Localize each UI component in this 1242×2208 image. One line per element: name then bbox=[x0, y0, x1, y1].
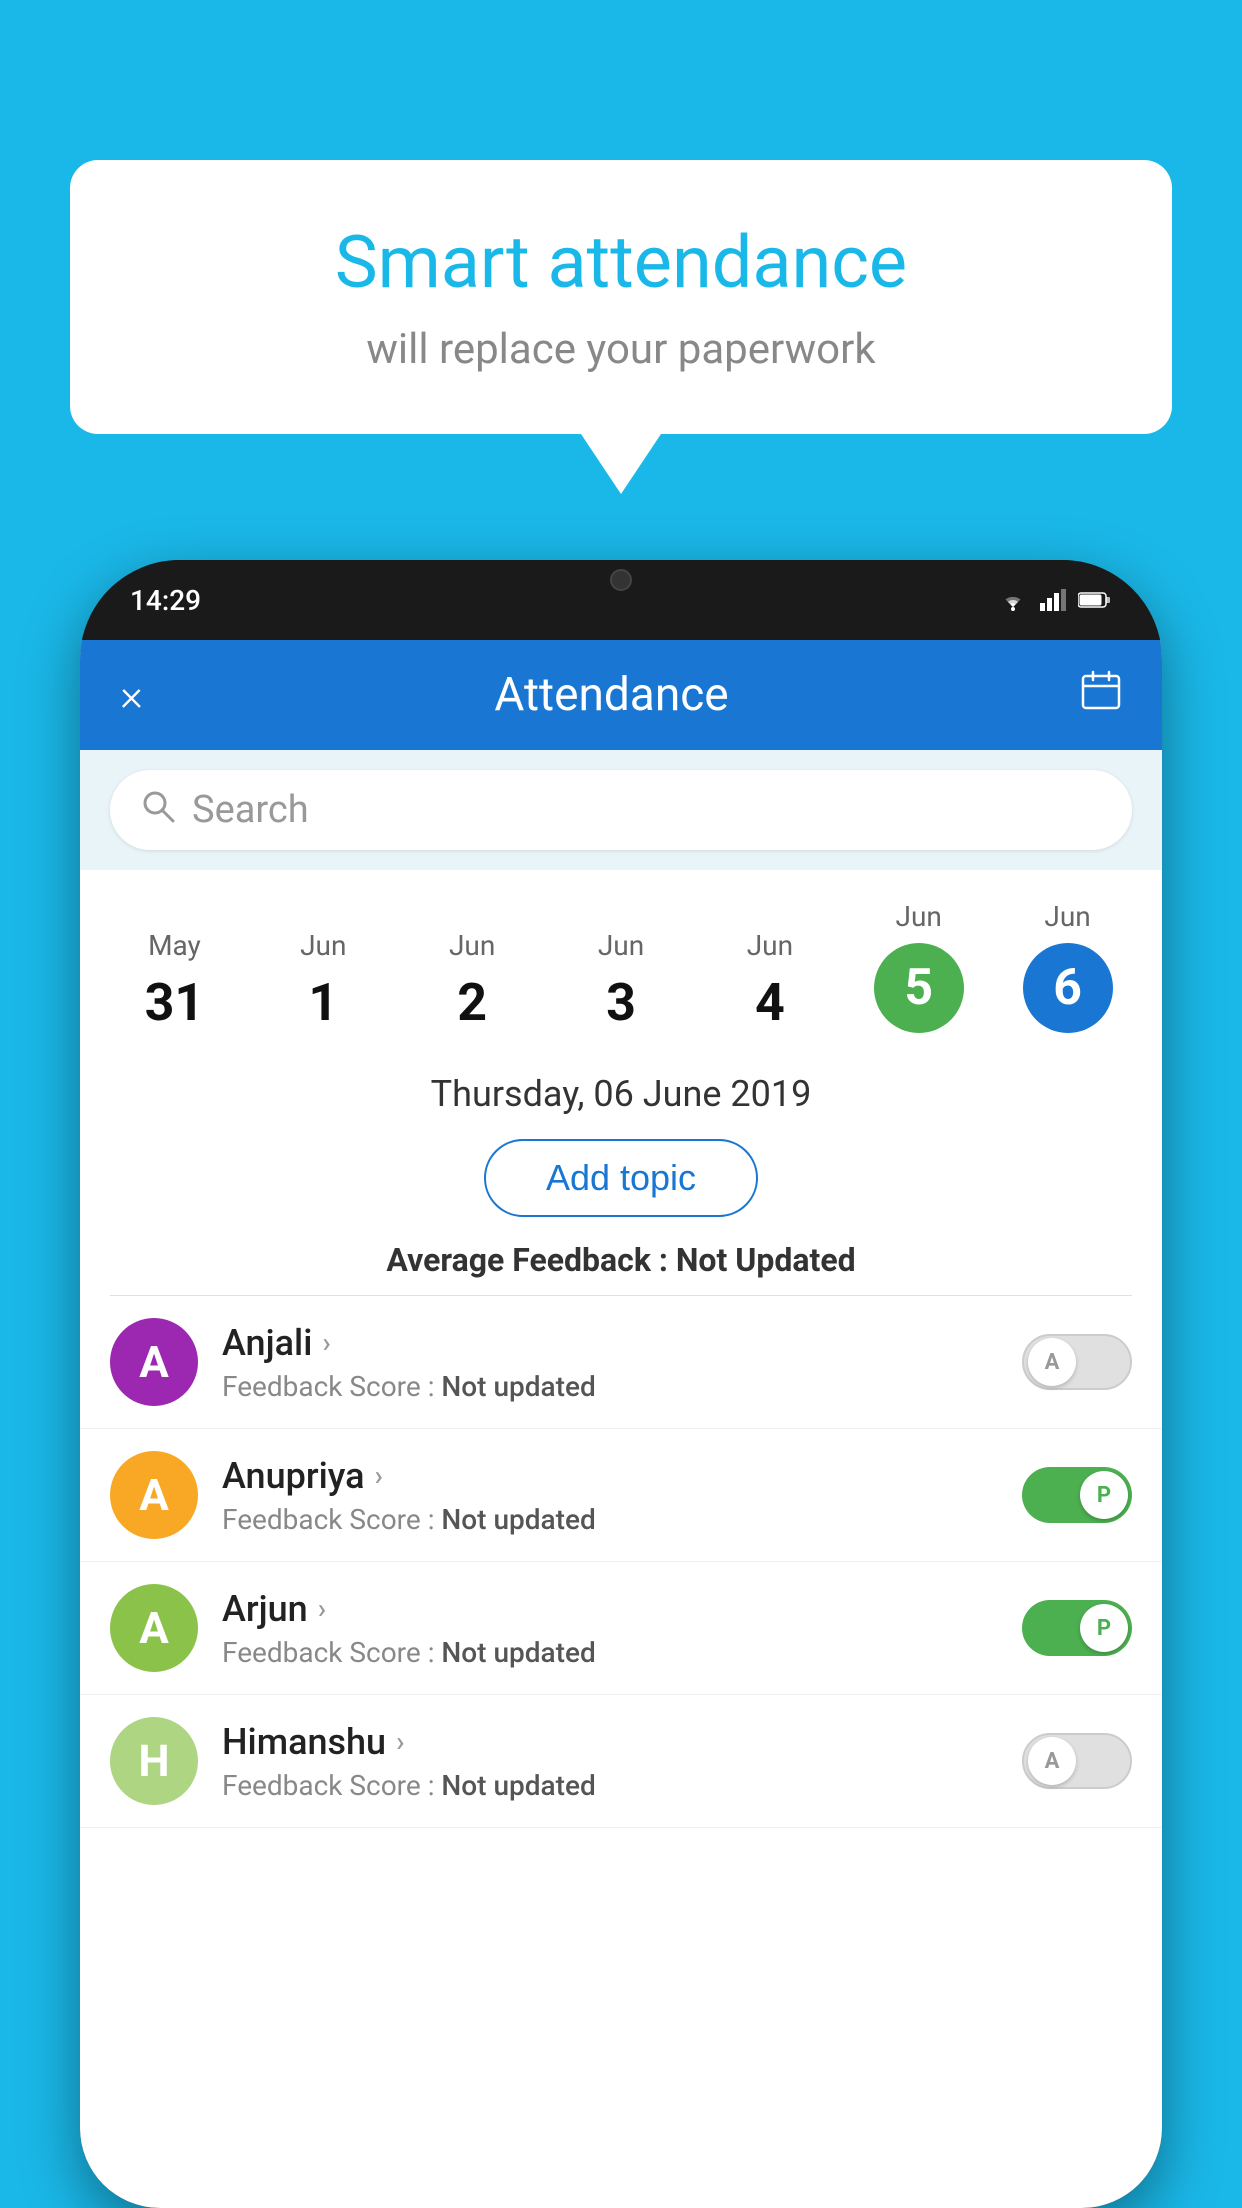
chevron-right-icon: › bbox=[375, 1459, 383, 1492]
student-info: Anupriya › Feedback Score : Not updated bbox=[222, 1455, 998, 1536]
avg-feedback-value: Not Updated bbox=[676, 1241, 856, 1279]
chevron-right-icon: › bbox=[396, 1725, 404, 1758]
student-item[interactable]: H Himanshu › Feedback Score : Not update… bbox=[80, 1695, 1162, 1828]
add-topic-button[interactable]: Add topic bbox=[484, 1139, 758, 1217]
speech-bubble-arrow bbox=[581, 434, 661, 494]
student-name[interactable]: Himanshu › bbox=[222, 1721, 998, 1763]
date-item-jun2[interactable]: Jun 2 bbox=[398, 919, 547, 1043]
student-info: Arjun › Feedback Score : Not updated bbox=[222, 1588, 998, 1669]
student-info: Himanshu › Feedback Score : Not updated bbox=[222, 1721, 998, 1802]
date-item-jun5[interactable]: Jun 5 bbox=[844, 890, 993, 1043]
toggle-knob: P bbox=[1080, 1604, 1128, 1652]
student-feedback: Feedback Score : Not updated bbox=[222, 1636, 998, 1669]
speech-bubble-container: Smart attendance will replace your paper… bbox=[70, 160, 1172, 494]
selected-date-text: Thursday, 06 June 2019 bbox=[431, 1073, 812, 1115]
student-item[interactable]: A Anupriya › Feedback Score : Not update… bbox=[80, 1429, 1162, 1562]
toggle-knob: A bbox=[1028, 1737, 1076, 1785]
front-camera bbox=[610, 569, 632, 591]
avg-feedback: Average Feedback : Not Updated bbox=[80, 1231, 1162, 1295]
student-list: A Anjali › Feedback Score : Not updated … bbox=[80, 1296, 1162, 1828]
attendance-toggle-container: P bbox=[1022, 1467, 1132, 1523]
attendance-toggle-container: P bbox=[1022, 1600, 1132, 1656]
wifi-icon bbox=[998, 589, 1028, 611]
speech-bubble-subtitle: will replace your paperwork bbox=[150, 325, 1092, 374]
battery-icon bbox=[1078, 591, 1112, 609]
selected-date-info: Thursday, 06 June 2019 bbox=[80, 1053, 1162, 1125]
student-name[interactable]: Anjali › bbox=[222, 1322, 998, 1364]
toggle-knob: A bbox=[1028, 1338, 1076, 1386]
search-bar[interactable]: Search bbox=[110, 770, 1132, 850]
notch bbox=[561, 560, 681, 600]
attendance-toggle[interactable]: A bbox=[1022, 1733, 1132, 1789]
student-item[interactable]: A Anjali › Feedback Score : Not updated … bbox=[80, 1296, 1162, 1429]
student-name[interactable]: Anupriya › bbox=[222, 1455, 998, 1497]
header-title: Attendance bbox=[494, 668, 728, 722]
signal-icon bbox=[1040, 589, 1066, 611]
student-avatar: A bbox=[110, 1318, 198, 1406]
close-button[interactable]: × bbox=[120, 669, 143, 721]
student-name[interactable]: Arjun › bbox=[222, 1588, 998, 1630]
student-item[interactable]: A Arjun › Feedback Score : Not updated P bbox=[80, 1562, 1162, 1695]
speech-bubble-title: Smart attendance bbox=[150, 220, 1092, 305]
student-feedback: Feedback Score : Not updated bbox=[222, 1769, 998, 1802]
attendance-toggle[interactable]: A bbox=[1022, 1334, 1132, 1390]
attendance-toggle[interactable]: P bbox=[1022, 1600, 1132, 1656]
student-avatar: A bbox=[110, 1451, 198, 1539]
student-avatar: H bbox=[110, 1717, 198, 1805]
status-time: 14:29 bbox=[130, 584, 201, 617]
student-info: Anjali › Feedback Score : Not updated bbox=[222, 1322, 998, 1403]
date-item-jun3[interactable]: Jun 3 bbox=[547, 919, 696, 1043]
add-topic-container: Add topic bbox=[80, 1125, 1162, 1231]
chevron-right-icon: › bbox=[322, 1326, 330, 1359]
attendance-toggle-container: A bbox=[1022, 1334, 1132, 1390]
student-avatar: A bbox=[110, 1584, 198, 1672]
date-item-may31[interactable]: May 31 bbox=[100, 919, 249, 1043]
attendance-toggle[interactable]: P bbox=[1022, 1467, 1132, 1523]
status-bar: 14:29 bbox=[80, 560, 1162, 640]
app-header: × Attendance bbox=[80, 640, 1162, 750]
attendance-toggle-container: A bbox=[1022, 1733, 1132, 1789]
toggle-knob: P bbox=[1080, 1471, 1128, 1519]
search-icon bbox=[140, 788, 176, 833]
search-bar-container: Search bbox=[80, 750, 1162, 870]
app-screen: × Attendance Search bbox=[80, 640, 1162, 2208]
calendar-icon[interactable] bbox=[1080, 669, 1122, 721]
date-item-jun1[interactable]: Jun 1 bbox=[249, 919, 398, 1043]
avg-feedback-label: Average Feedback : bbox=[386, 1241, 668, 1279]
speech-bubble: Smart attendance will replace your paper… bbox=[70, 160, 1172, 434]
phone-frame: 14:29 bbox=[80, 560, 1162, 2208]
date-selector: May 31 Jun 1 Jun 2 Jun 3 Jun 4 bbox=[80, 870, 1162, 1053]
student-feedback: Feedback Score : Not updated bbox=[222, 1503, 998, 1536]
status-icons bbox=[998, 589, 1112, 611]
date-item-jun4[interactable]: Jun 4 bbox=[695, 919, 844, 1043]
search-placeholder: Search bbox=[192, 788, 309, 832]
chevron-right-icon: › bbox=[318, 1592, 326, 1625]
date-item-jun6[interactable]: Jun 6 bbox=[993, 890, 1142, 1043]
student-feedback: Feedback Score : Not updated bbox=[222, 1370, 998, 1403]
